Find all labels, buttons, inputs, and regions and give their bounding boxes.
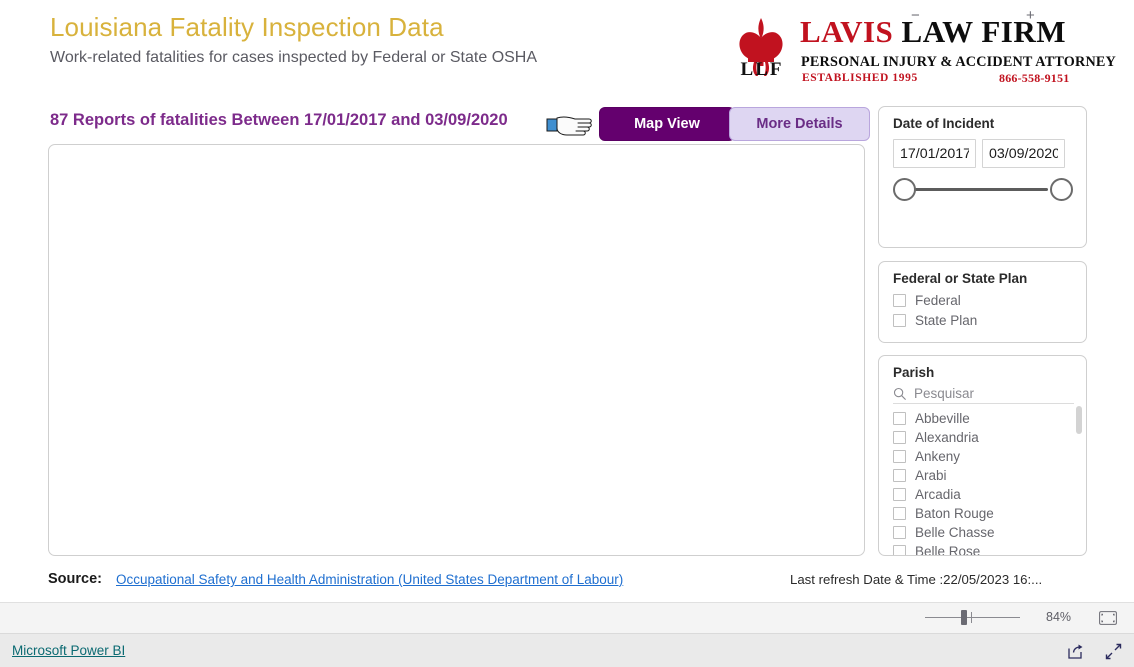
date-to-input[interactable] bbox=[982, 139, 1065, 168]
parish-filter-title: Parish bbox=[893, 365, 935, 380]
microsoft-power-bi-link[interactable]: Microsoft Power BI bbox=[12, 643, 125, 658]
checkbox-icon-parish-3[interactable] bbox=[893, 468, 906, 482]
search-icon bbox=[893, 387, 906, 400]
zoom-out-button[interactable]: − bbox=[911, 8, 920, 23]
logo-phone: 866-558-9151 bbox=[999, 71, 1070, 85]
parish-scrollbar-thumb[interactable] bbox=[1076, 406, 1082, 434]
fit-to-page-icon[interactable] bbox=[1099, 611, 1117, 625]
report-page: Louisiana Fatality Inspection Data Work-… bbox=[0, 0, 1134, 667]
last-refresh-text: Last refresh Date & Time :22/05/2023 16:… bbox=[790, 572, 1043, 587]
checkbox-row-federal[interactable]: Federal bbox=[893, 290, 961, 310]
date-range-slider-track[interactable] bbox=[904, 188, 1048, 191]
checkbox-icon-parish-0[interactable] bbox=[893, 411, 906, 425]
parish-row-7[interactable]: Belle Rose bbox=[893, 541, 981, 556]
parish-options-list[interactable]: Abbeville Alexandria Ankeny Arabi Arcadi… bbox=[879, 408, 1086, 556]
share-icon[interactable] bbox=[1067, 643, 1084, 660]
parish-label-7: Belle Rose bbox=[915, 543, 981, 556]
zoom-slider-tick bbox=[971, 612, 972, 623]
zoom-slider-track[interactable] bbox=[925, 617, 1020, 618]
pointing-hand-icon bbox=[546, 116, 592, 136]
parish-label-4: Arcadia bbox=[915, 486, 961, 502]
logo-name-lawfirm: LAW FIRM bbox=[901, 14, 1066, 49]
checkbox-icon-state-plan[interactable] bbox=[893, 313, 906, 327]
logo-monogram: LLF bbox=[740, 59, 784, 80]
parish-label-0: Abbeville bbox=[915, 410, 970, 426]
fullscreen-expand-icon[interactable] bbox=[1105, 643, 1122, 660]
date-range-slider-handle-start[interactable] bbox=[893, 178, 916, 201]
date-of-incident-filter-card: Date of Incident bbox=[878, 106, 1087, 248]
parish-label-3: Arabi bbox=[915, 467, 947, 483]
checkbox-icon-federal[interactable] bbox=[893, 293, 906, 307]
checkbox-icon-parish-1[interactable] bbox=[893, 430, 906, 444]
map-visual-container[interactable] bbox=[48, 144, 865, 556]
parish-row-5[interactable]: Baton Rouge bbox=[893, 503, 994, 523]
checkbox-icon-parish-5[interactable] bbox=[893, 506, 906, 520]
source-label: Source: bbox=[48, 571, 102, 587]
more-details-button[interactable]: More Details bbox=[729, 107, 870, 141]
parish-search-box[interactable] bbox=[893, 384, 1074, 404]
parish-row-2[interactable]: Ankeny bbox=[893, 446, 960, 466]
source-link[interactable]: Occupational Safety and Health Administr… bbox=[116, 572, 623, 587]
checkbox-label-federal: Federal bbox=[915, 292, 961, 308]
logo-established: ESTABLISHED 1995 bbox=[802, 72, 918, 84]
checkbox-icon-parish-6[interactable] bbox=[893, 525, 906, 539]
powerbi-footer-bar bbox=[0, 634, 1134, 667]
parish-row-6[interactable]: Belle Chasse bbox=[893, 522, 995, 542]
parish-filter-card: Parish Abbeville Alexandria Ankeny bbox=[878, 355, 1087, 556]
parish-search-input[interactable] bbox=[912, 385, 1062, 402]
checkbox-icon-parish-2[interactable] bbox=[893, 449, 906, 463]
checkbox-icon-parish-7[interactable] bbox=[893, 544, 906, 555]
checkbox-row-state-plan[interactable]: State Plan bbox=[893, 310, 977, 330]
checkbox-label-state-plan: State Plan bbox=[915, 312, 978, 328]
parish-label-5: Baton Rouge bbox=[915, 505, 994, 521]
lavis-law-firm-logo: LLF LAVIS LAW FIRM PERSONAL INJURY & ACC… bbox=[722, 14, 1116, 86]
report-summary-text: 87 Reports of fatalities Between 17/01/2… bbox=[50, 111, 508, 129]
zoom-in-button[interactable]: + bbox=[1026, 8, 1035, 23]
logo-name-lavis: LAVIS bbox=[800, 14, 894, 49]
parish-row-4[interactable]: Arcadia bbox=[893, 484, 961, 504]
parish-row-3[interactable]: Arabi bbox=[893, 465, 947, 485]
date-range-slider-handle-end[interactable] bbox=[1050, 178, 1073, 201]
page-title: Louisiana Fatality Inspection Data bbox=[50, 12, 444, 42]
parish-row-1[interactable]: Alexandria bbox=[893, 427, 979, 447]
date-from-input[interactable] bbox=[893, 139, 976, 168]
date-filter-title: Date of Incident bbox=[893, 116, 995, 131]
map-view-button[interactable]: Map View bbox=[599, 107, 735, 141]
logo-tagline: PERSONAL INJURY & ACCIDENT ATTORNEY bbox=[801, 54, 1116, 70]
plan-filter-title: Federal or State Plan bbox=[893, 271, 1028, 286]
page-subtitle: Work-related fatalities for cases inspec… bbox=[50, 49, 538, 66]
parish-row-0[interactable]: Abbeville bbox=[893, 408, 970, 428]
parish-label-1: Alexandria bbox=[915, 429, 979, 445]
zoom-percent-label: 84% bbox=[1046, 610, 1072, 624]
parish-label-6: Belle Chasse bbox=[915, 524, 995, 540]
zoom-slider-thumb[interactable] bbox=[961, 610, 967, 625]
federal-state-plan-filter-card: Federal or State Plan Federal State Plan bbox=[878, 261, 1087, 343]
parish-label-2: Ankeny bbox=[915, 448, 961, 464]
checkbox-icon-parish-4[interactable] bbox=[893, 487, 906, 501]
